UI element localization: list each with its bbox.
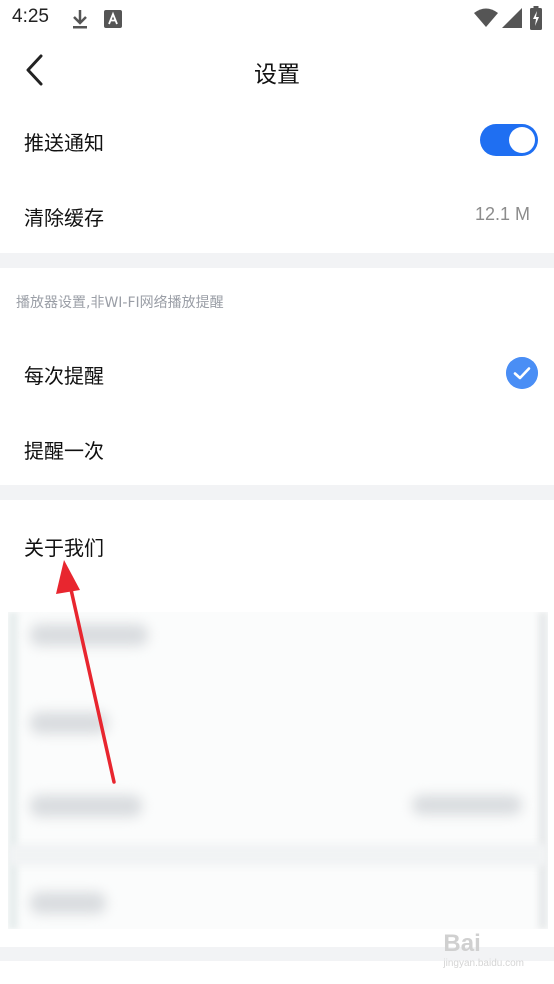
blurred-item: [30, 624, 148, 646]
status-time: 4:25: [12, 6, 49, 27]
watermark-logo: Bai jingyan.baidu.com: [443, 930, 524, 969]
remind-every-time-label: 每次提醒: [24, 364, 104, 388]
about-us-label: 关于我们: [24, 536, 104, 560]
blurred-item: [30, 795, 142, 817]
clear-cache-label: 清除缓存: [24, 206, 104, 230]
header: 设置: [0, 38, 554, 104]
push-notification-label: 推送通知: [24, 131, 104, 155]
section-divider: [0, 485, 554, 500]
battery-charging-icon: [530, 6, 542, 30]
app-notification-icon: [104, 10, 122, 28]
player-settings-hint: 播放器设置,非WI-FI网络播放提醒: [0, 268, 554, 336]
remind-every-time-option[interactable]: 每次提醒: [0, 336, 554, 411]
remind-once-option[interactable]: 提醒一次: [0, 411, 554, 486]
blurred-divider: [8, 844, 548, 866]
blur-edge: [538, 612, 548, 929]
blurred-item: [30, 892, 106, 914]
watermark-brand: Bai: [443, 930, 481, 957]
clear-cache-row[interactable]: 清除缓存 12.1 M: [0, 178, 554, 253]
blur-edge: [8, 612, 18, 929]
cache-size-value: 12.1 M: [474, 204, 530, 224]
push-notification-toggle[interactable]: [480, 124, 538, 156]
push-notification-row[interactable]: 推送通知: [0, 103, 554, 178]
about-us-row[interactable]: 关于我们: [0, 508, 554, 583]
wifi-icon: [474, 8, 498, 27]
remind-once-label: 提醒一次: [24, 439, 104, 463]
page-title: 设置: [254, 62, 300, 88]
blurred-item: [412, 795, 522, 815]
watermark-url: jingyan.baidu.com: [443, 958, 524, 969]
signal-icon: [502, 8, 522, 28]
toggle-knob: [509, 127, 535, 153]
section-divider: [0, 253, 554, 268]
status-bar: 4:25: [0, 0, 554, 38]
checkmark-icon: [506, 357, 538, 389]
blurred-region: [8, 612, 548, 929]
blurred-item: [30, 712, 108, 734]
download-icon: [73, 10, 87, 29]
player-settings-hint-text: 播放器设置,非WI-FI网络播放提醒: [16, 295, 224, 311]
